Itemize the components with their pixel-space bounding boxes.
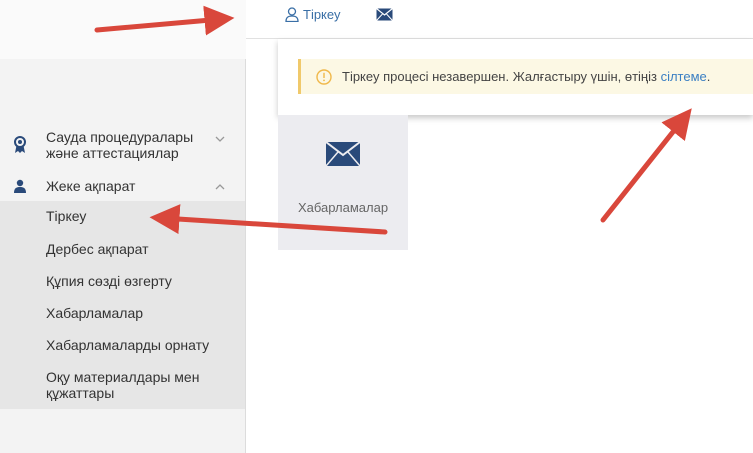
submenu-item-change-password[interactable]: Құпия сөзді өзгерту bbox=[46, 273, 226, 289]
alert-suffix: . bbox=[706, 69, 711, 84]
submenu-item-messages[interactable]: Хабарламалар bbox=[46, 305, 226, 321]
envelope-icon bbox=[376, 8, 393, 21]
alert-message: Тіркеу процесі незавершен. Жалғастыру үш… bbox=[342, 69, 661, 84]
personal-info-submenu: Тіркеу Дербес ақпарат Құпия сөзді өзгерт… bbox=[0, 201, 245, 409]
envelope-icon bbox=[325, 141, 361, 167]
user-icon bbox=[285, 7, 299, 22]
warning-circle-icon bbox=[316, 68, 332, 85]
sidebar-header bbox=[0, 0, 246, 59]
arrow-to-alert-link bbox=[600, 108, 692, 223]
register-link[interactable]: Тіркеу bbox=[285, 7, 340, 22]
submenu-item-message-settings[interactable]: Хабарламаларды орнату bbox=[46, 337, 226, 353]
sidebar-item-personal-info[interactable]: Жеке ақпарат bbox=[0, 177, 245, 197]
submenu-item-personal-data[interactable]: Дербес ақпарат bbox=[46, 241, 226, 257]
award-ribbon-icon bbox=[11, 136, 29, 154]
messages-link[interactable] bbox=[376, 8, 397, 21]
sidebar-item-label: Жеке ақпарат bbox=[46, 178, 136, 194]
submenu-item-training-materials[interactable]: Оқу материалдары мен құжаттары bbox=[46, 369, 226, 401]
alert-link[interactable]: сілтеме bbox=[661, 69, 707, 84]
chevron-up-icon bbox=[214, 180, 226, 192]
messages-tile-label: Хабарламалар bbox=[297, 200, 389, 215]
submenu-item-registration[interactable]: Тіркеу bbox=[46, 208, 226, 224]
messages-tile[interactable]: Хабарламалар bbox=[278, 115, 408, 250]
person-icon bbox=[11, 177, 29, 195]
chevron-down-icon bbox=[214, 132, 226, 144]
sidebar-item-trade-procedures[interactable]: Сауда процедуралары және аттестациялар bbox=[0, 129, 245, 165]
alert-card: Тіркеу процесі незавершен. Жалғастыру үш… bbox=[278, 39, 753, 115]
registration-alert: Тіркеу процесі незавершен. Жалғастыру үш… bbox=[298, 59, 753, 94]
sidebar: Сауда процедуралары және аттестациялар Ж… bbox=[0, 0, 246, 453]
sidebar-item-label: Сауда процедуралары және аттестациялар bbox=[46, 129, 194, 161]
register-link-label: Тіркеу bbox=[303, 7, 341, 22]
alert-text: Тіркеу процесі незавершен. Жалғастыру үш… bbox=[342, 69, 710, 84]
